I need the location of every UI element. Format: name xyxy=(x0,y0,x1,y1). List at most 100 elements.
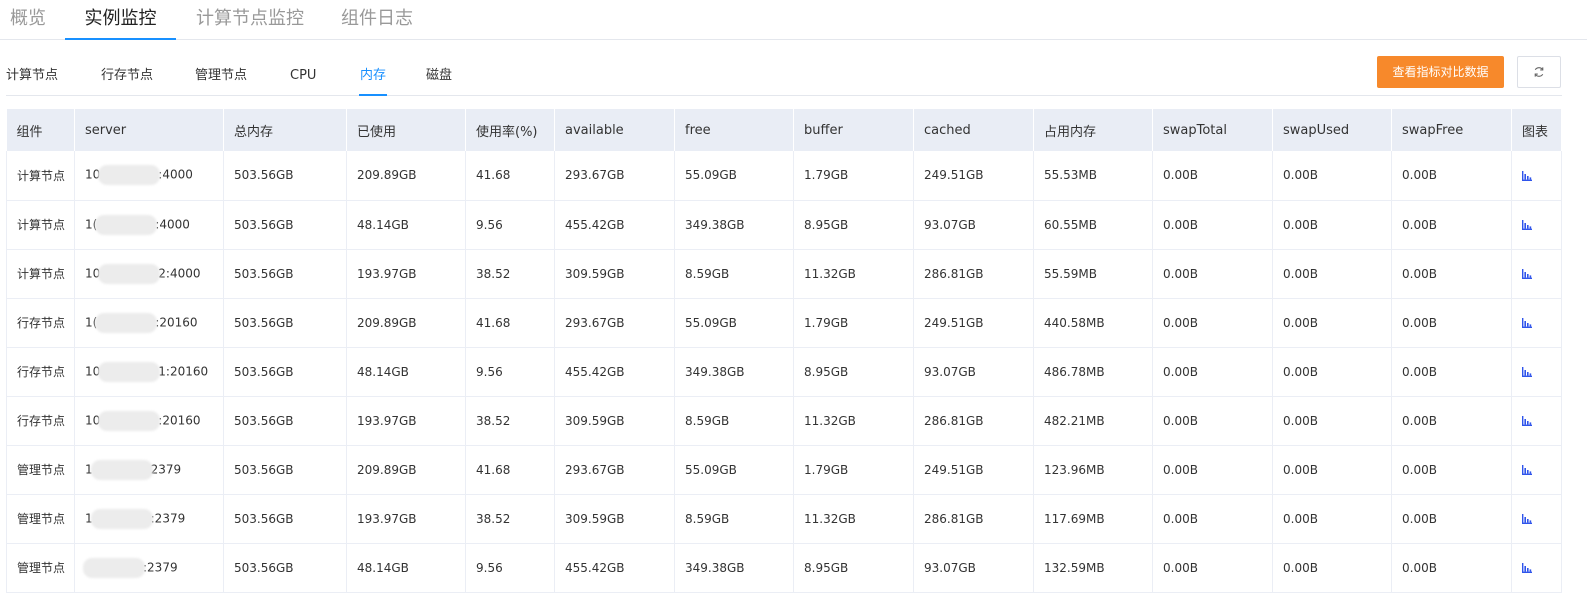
server-port: :4000 xyxy=(155,217,190,231)
cell-free: 349.38GB xyxy=(674,200,794,250)
cell-cached: 249.51GB xyxy=(913,151,1034,201)
server-port: :4000 xyxy=(158,167,193,182)
cell-free: 349.38GB xyxy=(674,347,794,397)
cell-chart xyxy=(1511,445,1562,495)
cell-total-memory: 503.56GB xyxy=(223,298,347,348)
bar-chart-icon[interactable] xyxy=(1522,465,1532,475)
cell-total-memory: 503.56GB xyxy=(223,249,347,299)
sub-tabs: 计算节点 行存节点 管理节点 CPU 内存 磁盘 xyxy=(6,60,1562,96)
bar-chart-icon[interactable] xyxy=(1522,318,1532,328)
top-tabs: 概览 实例监控 计算节点监控 组件日志 xyxy=(0,0,1587,40)
cell-used: 209.89GB xyxy=(346,151,466,201)
tab-overview[interactable]: 概览 xyxy=(0,0,56,40)
header-component: 组件 xyxy=(6,109,75,151)
cell-swap-free: 0.00B xyxy=(1391,543,1512,593)
cell-total-memory: 503.56GB xyxy=(223,396,347,446)
cell-server: 10 1:20160 xyxy=(74,347,224,397)
bar-chart-icon[interactable] xyxy=(1522,416,1532,426)
cell-cached: 249.51GB xyxy=(913,445,1034,495)
cell-component: 管理节点 xyxy=(6,494,75,544)
cell-total-memory: 503.56GB xyxy=(223,494,347,544)
cell-usage-rate: 41.68 xyxy=(465,445,555,495)
refresh-icon xyxy=(1534,67,1544,77)
redacted-ip-mask xyxy=(90,508,153,529)
subtab-disk[interactable]: 磁盘 xyxy=(426,60,452,96)
cell-usage-rate: 41.68 xyxy=(465,298,555,348)
tab-instance-monitor[interactable]: 实例监控 xyxy=(65,0,176,40)
cell-used: 193.97GB xyxy=(346,396,466,446)
cell-available: 293.67GB xyxy=(554,445,675,495)
subtab-management-node[interactable]: 管理节点 xyxy=(195,60,247,96)
cell-occupied-memory: 55.59MB xyxy=(1033,249,1153,299)
subtab-memory[interactable]: 内存 xyxy=(359,60,387,96)
table-header-row: 组件 server 总内存 已使用 使用率(%) available free … xyxy=(6,109,1562,151)
refresh-button[interactable] xyxy=(1517,56,1561,88)
cell-swap-total: 0.00B xyxy=(1152,445,1273,495)
cell-chart xyxy=(1511,249,1562,299)
bar-chart-icon[interactable] xyxy=(1522,563,1532,573)
cell-component: 管理节点 xyxy=(6,445,75,495)
cell-chart xyxy=(1511,543,1562,593)
table-row: 行存节点 1(:20160 503.56GB 209.89GB 41.68 293.67G… xyxy=(6,298,1562,348)
redacted-ip-mask xyxy=(98,263,161,284)
view-metric-comparison-button[interactable]: 查看指标对比数据 xyxy=(1377,56,1504,88)
cell-used: 48.14GB xyxy=(346,543,466,593)
cell-usage-rate: 38.52 xyxy=(465,494,555,544)
cell-occupied-memory: 60.55MB xyxy=(1033,200,1153,250)
cell-used: 193.97GB xyxy=(346,249,466,299)
cell-component: 行存节点 xyxy=(6,347,75,397)
table-row: 行存节点 10:20160 503.56GB 193.97GB 38.52 309.59G… xyxy=(6,396,1562,446)
tab-component-logs[interactable]: 组件日志 xyxy=(332,0,422,40)
cell-total-memory: 503.56GB xyxy=(223,200,347,250)
cell-swap-total: 0.00B xyxy=(1152,494,1273,544)
cell-occupied-memory: 55.53MB xyxy=(1033,151,1153,201)
cell-available: 455.42GB xyxy=(554,543,675,593)
cell-free: 55.09GB xyxy=(674,298,794,348)
header-server: server xyxy=(74,109,224,151)
table-row: 管理节点 1 2379 503.56GB 209.89GB 41.68 293.67GB 55… xyxy=(6,445,1562,495)
bar-chart-icon[interactable] xyxy=(1522,269,1532,279)
cell-used: 209.89GB xyxy=(346,445,466,495)
cell-swap-free: 0.00B xyxy=(1391,298,1512,348)
cell-used: 48.14GB xyxy=(346,347,466,397)
server-port: :20160 xyxy=(155,315,198,329)
server-port: 1:20160 xyxy=(158,364,209,378)
cell-available: 309.59GB xyxy=(554,249,675,299)
header-buffer: buffer xyxy=(793,109,914,151)
server-port: :2379 xyxy=(150,511,186,525)
cell-chart xyxy=(1511,347,1562,397)
bar-chart-icon[interactable] xyxy=(1522,367,1532,377)
cell-cached: 93.07GB xyxy=(913,543,1034,593)
tab-compute-node-monitor[interactable]: 计算节点监控 xyxy=(190,0,310,40)
subtab-compute-node[interactable]: 计算节点 xyxy=(6,60,58,96)
cell-component: 管理节点 xyxy=(6,543,75,593)
cell-server: 10:4000 xyxy=(74,151,224,201)
header-cached: cached xyxy=(913,109,1034,151)
cell-free: 349.38GB xyxy=(674,543,794,593)
cell-swap-used: 0.00B xyxy=(1272,151,1392,201)
cell-swap-total: 0.00B xyxy=(1152,347,1273,397)
cell-swap-used: 0.00B xyxy=(1272,200,1392,250)
cell-swap-total: 0.00B xyxy=(1152,249,1273,299)
cell-available: 309.59GB xyxy=(554,396,675,446)
cell-buffer: 11.32GB xyxy=(793,396,914,446)
cell-chart xyxy=(1511,494,1562,544)
cell-buffer: 11.32GB xyxy=(793,249,914,299)
bar-chart-icon[interactable] xyxy=(1522,170,1532,181)
cell-used: 193.97GB xyxy=(346,494,466,544)
cell-usage-rate: 9.56 xyxy=(465,347,555,397)
header-available: available xyxy=(554,109,675,151)
bar-chart-icon[interactable] xyxy=(1522,220,1532,230)
cell-swap-free: 0.00B xyxy=(1391,200,1512,250)
header-occupied-memory: 占用内存 xyxy=(1033,109,1153,151)
cell-swap-used: 0.00B xyxy=(1272,347,1392,397)
subtab-row-store-node[interactable]: 行存节点 xyxy=(101,60,153,96)
bar-chart-icon[interactable] xyxy=(1522,514,1532,524)
cell-cached: 286.81GB xyxy=(913,249,1034,299)
redacted-ip-mask xyxy=(98,410,161,431)
cell-usage-rate: 38.52 xyxy=(465,249,555,299)
memory-table: 组件 server 总内存 已使用 使用率(%) available free … xyxy=(6,109,1562,593)
cell-server: 1(:4000 xyxy=(74,200,224,250)
cell-component: 计算节点 xyxy=(6,151,75,201)
subtab-cpu[interactable]: CPU xyxy=(290,60,316,96)
